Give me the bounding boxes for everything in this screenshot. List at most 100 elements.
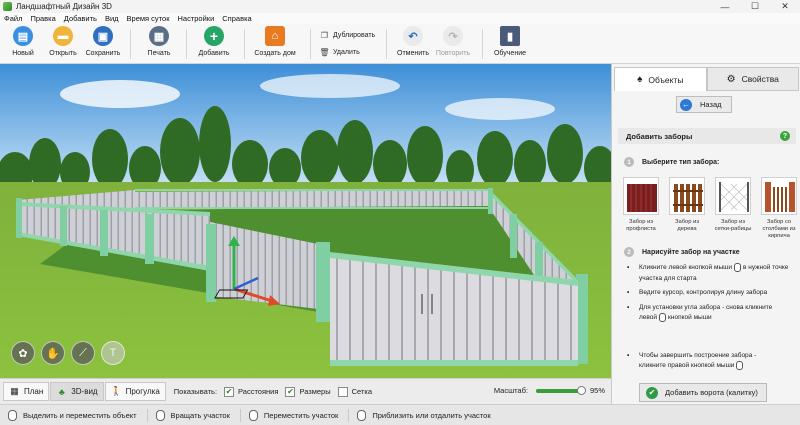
new-file-icon: ▤ bbox=[13, 26, 33, 46]
hint-select-label: Выделить и переместить объект bbox=[23, 410, 137, 420]
tree-icon: ✿ bbox=[18, 347, 28, 360]
save-button[interactable]: ▣ Сохранить bbox=[80, 26, 126, 57]
fence-option-label: Забор из профлиста bbox=[626, 219, 656, 233]
tab-properties[interactable]: ⚙ Свойства bbox=[706, 67, 799, 91]
tree-tool-button[interactable]: ✿ bbox=[11, 341, 35, 365]
back-button[interactable]: ← Назад bbox=[676, 96, 732, 113]
new-label: Новый bbox=[12, 50, 34, 57]
distances-checkbox[interactable]: ✔ Расстояния bbox=[224, 386, 278, 397]
text-icon: T bbox=[109, 347, 117, 359]
checkmark-icon: ✔ bbox=[224, 386, 235, 397]
menu-help[interactable]: Справка bbox=[222, 14, 251, 23]
maximize-button[interactable]: ☐ bbox=[740, 0, 770, 13]
zoom-slider[interactable] bbox=[535, 385, 586, 395]
minimize-button[interactable]: — bbox=[710, 0, 740, 13]
step-1: 1 Выберите тип забора: bbox=[624, 157, 719, 167]
tab-3d-view-label: 3D-вид bbox=[71, 387, 98, 396]
fence-thumbnail bbox=[715, 177, 751, 215]
redo-icon: ↷ bbox=[443, 26, 463, 46]
menu-settings[interactable]: Настройки bbox=[177, 14, 214, 23]
back-label: Назад bbox=[700, 100, 722, 109]
menu-time-of-day[interactable]: Время суток bbox=[127, 14, 170, 23]
walk-icon: 🚶 bbox=[110, 386, 122, 396]
finish-instruction: • Чтобы завершить построение забора - кл… bbox=[627, 351, 792, 372]
add-button[interactable]: + Добавить bbox=[191, 26, 237, 57]
house-icon: ⌂ bbox=[265, 26, 285, 46]
step-1-label: Выберите тип забора: bbox=[642, 158, 720, 166]
viewport-tools: ✿ ✋ ⟋ T bbox=[11, 341, 131, 365]
duplicate-label: Дублировать bbox=[333, 32, 376, 39]
mouse-right-icon bbox=[736, 361, 744, 371]
step-2: 2 Нарисуйте забор на участке bbox=[624, 247, 740, 257]
bullet: • bbox=[627, 304, 630, 311]
add-label: Добавить bbox=[198, 50, 230, 57]
tab-walk-label: Прогулка bbox=[125, 387, 160, 396]
hint-rotate: Вращать участок bbox=[155, 408, 241, 422]
copy-icon: ❐ bbox=[320, 31, 329, 40]
status-bar: Выделить и переместить объект Вращать уч… bbox=[0, 404, 800, 425]
tab-objects[interactable]: ♠ Объекты bbox=[614, 67, 707, 91]
zoom-slider-handle[interactable] bbox=[576, 385, 586, 395]
bullet: • bbox=[627, 352, 630, 359]
add-gate-button[interactable]: ✔ Добавить ворота (калитку) bbox=[639, 383, 767, 402]
brick-post-fence-image bbox=[765, 182, 795, 212]
hand-tool-button[interactable]: ✋ bbox=[41, 341, 65, 365]
tab-plan[interactable]: ▦ План bbox=[3, 382, 50, 401]
toolbar-divider bbox=[482, 29, 483, 59]
bullet: • bbox=[627, 264, 630, 271]
menu-file[interactable]: Файл bbox=[4, 14, 22, 23]
grid-checkbox[interactable]: Сетка bbox=[337, 386, 372, 397]
text-tool-button[interactable]: T bbox=[101, 341, 125, 365]
title-bar: Ландшафтный Дизайн 3D — ☐ ✕ bbox=[0, 0, 800, 13]
fence-thumbnail bbox=[623, 177, 659, 215]
app-logo-icon bbox=[3, 2, 12, 11]
delete-button[interactable]: 🗑 Удалить bbox=[319, 48, 359, 57]
tutorial-button[interactable]: ▮ Обучение bbox=[487, 26, 533, 57]
redo-button[interactable]: ↷ Повторить bbox=[430, 26, 476, 57]
dimensions-checkbox[interactable]: ✔ Размеры bbox=[285, 386, 331, 397]
hint-select: Выделить и переместить объект bbox=[8, 408, 148, 422]
toolbar-divider bbox=[186, 29, 187, 59]
panel-tabs: ♠ Объекты ⚙ Свойства bbox=[614, 67, 799, 91]
3d-viewport[interactable]: ✿ ✋ ⟋ T bbox=[0, 64, 611, 378]
window-title: Ландшафтный Дизайн 3D bbox=[16, 2, 112, 11]
duplicate-button[interactable]: ❐ Дублировать bbox=[320, 31, 375, 40]
fence-option-brick-posts[interactable]: Забор со столбами из кирпича bbox=[760, 177, 798, 241]
fence-option-chain-link[interactable]: Забор из сетки-рабицы bbox=[714, 177, 752, 241]
ruler-tool-button[interactable]: ⟋ bbox=[71, 341, 95, 365]
fence-option-wood[interactable]: Забор из дерева bbox=[668, 177, 706, 241]
right-panel: ♠ Объекты ⚙ Свойства ← Назад Добавить за… bbox=[611, 64, 800, 404]
tab-walk[interactable]: 🚶 Прогулка bbox=[104, 382, 166, 401]
hint-zoom-label: Приблизить или отдалить участок bbox=[372, 410, 491, 420]
mouse-left-icon bbox=[659, 313, 667, 323]
fence-type-list: Забор из профлиста Забор из дерева Забор… bbox=[622, 177, 798, 241]
open-label: Открыть bbox=[49, 50, 77, 57]
checkmark-circle-icon: ✔ bbox=[646, 386, 658, 399]
hint-zoom: Приблизить или отдалить участок bbox=[357, 409, 500, 422]
help-icon[interactable]: ? bbox=[780, 131, 790, 141]
cloud bbox=[60, 80, 180, 108]
floppy-icon: ▣ bbox=[93, 26, 113, 46]
menu-add[interactable]: Добавить bbox=[64, 14, 97, 23]
fence-option-label: Забор из сетки-рабицы bbox=[714, 219, 752, 233]
step-2-number: 2 bbox=[624, 247, 634, 257]
tab-objects-label: Объекты bbox=[648, 74, 684, 85]
hint-move-label: Переместить участок bbox=[263, 410, 339, 420]
chain-link-fence-image bbox=[719, 182, 749, 212]
create-house-button[interactable]: ⌂ Создать дом bbox=[252, 26, 298, 57]
objects-icon: ♠ bbox=[637, 74, 643, 85]
instruction-text: Чтобы завершить построение забора - клик… bbox=[639, 351, 792, 372]
back-fence bbox=[135, 189, 490, 209]
hand-icon: ✋ bbox=[46, 347, 60, 360]
undo-label: Отменить bbox=[397, 50, 429, 57]
tab-3d-view[interactable]: ♣ 3D-вид bbox=[50, 382, 104, 401]
mouse-wheel-icon bbox=[357, 409, 367, 421]
print-button[interactable]: ▦ Печать bbox=[136, 26, 182, 57]
menu-edit[interactable]: Правка bbox=[30, 14, 55, 23]
close-button[interactable]: ✕ bbox=[770, 0, 800, 13]
trash-icon: 🗑 bbox=[319, 48, 330, 57]
ruler-icon: ⟋ bbox=[79, 346, 87, 359]
fence-option-profiled-sheet[interactable]: Забор из профлиста bbox=[622, 177, 660, 241]
step-2-label: Нарисуйте забор на участке bbox=[642, 248, 740, 256]
menu-view[interactable]: Вид bbox=[105, 14, 119, 23]
